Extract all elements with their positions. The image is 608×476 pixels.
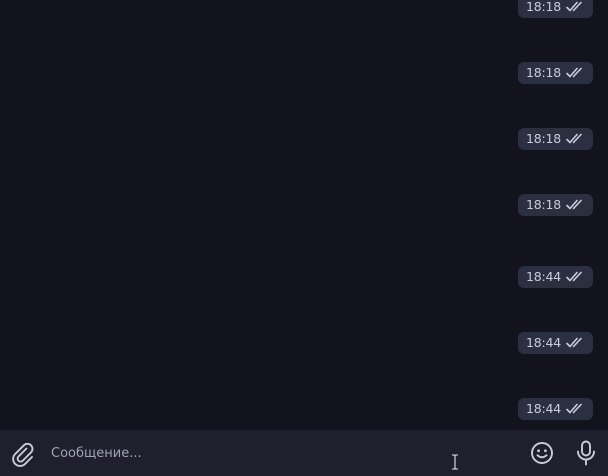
message-time: 18:44: [525, 269, 561, 284]
message-time: 18:18: [525, 65, 561, 80]
message-time: 18:18: [525, 0, 561, 14]
smile-icon[interactable]: [530, 441, 554, 465]
message-time-badge: 18:44: [517, 398, 593, 420]
double-check-icon: [566, 337, 582, 348]
message-composer: [0, 430, 608, 476]
message-time-badge: 18:44: [517, 266, 593, 288]
message-time: 18:44: [525, 335, 561, 350]
chat-area[interactable]: 18:18 18:18 18:18 18:18 18:44 18:44 18:4…: [0, 0, 608, 430]
message-time-badge: 18:18: [517, 128, 593, 150]
double-check-icon: [566, 1, 582, 12]
double-check-icon: [566, 403, 582, 414]
message-time-badge: 18:18: [517, 194, 593, 216]
message-time: 18:44: [525, 401, 561, 416]
microphone-icon[interactable]: [575, 440, 597, 466]
message-time: 18:18: [525, 197, 561, 212]
message-time-badge: 18:44: [517, 332, 593, 354]
double-check-icon: [566, 271, 582, 282]
text-cursor-icon: [452, 454, 458, 470]
message-time-badge: 18:18: [517, 62, 593, 84]
double-check-icon: [566, 133, 582, 144]
message-time: 18:18: [525, 131, 561, 146]
paperclip-icon[interactable]: [10, 442, 36, 468]
message-input[interactable]: [46, 438, 471, 468]
message-time-badge: 18:18: [517, 0, 593, 18]
double-check-icon: [566, 199, 582, 210]
double-check-icon: [566, 67, 582, 78]
